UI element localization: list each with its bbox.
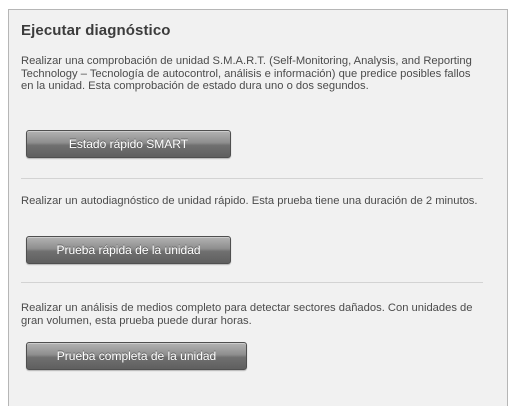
smart-check-description: Realizar una comprobación de unidad S.M.… — [21, 55, 472, 93]
section-divider — [21, 178, 483, 179]
quick-drive-test-button[interactable]: Prueba rápida de la unidad — [26, 236, 231, 264]
quick-test-description: Realizar un autodiagnóstico de unidad rá… — [21, 195, 478, 207]
section-divider — [21, 282, 483, 283]
panel-title: Ejecutar diagnóstico — [21, 22, 171, 39]
full-test-description: Realizar un análisis de medios completo … — [21, 302, 473, 327]
full-drive-test-button[interactable]: Prueba completa de la unidad — [26, 342, 247, 370]
diagnostics-screen: Ejecutar diagnóstico Realizar una compro… — [0, 0, 517, 406]
smart-quick-status-button[interactable]: Estado rápido SMART — [26, 130, 231, 158]
run-diagnostics-panel: Ejecutar diagnóstico Realizar una compro… — [8, 9, 508, 406]
